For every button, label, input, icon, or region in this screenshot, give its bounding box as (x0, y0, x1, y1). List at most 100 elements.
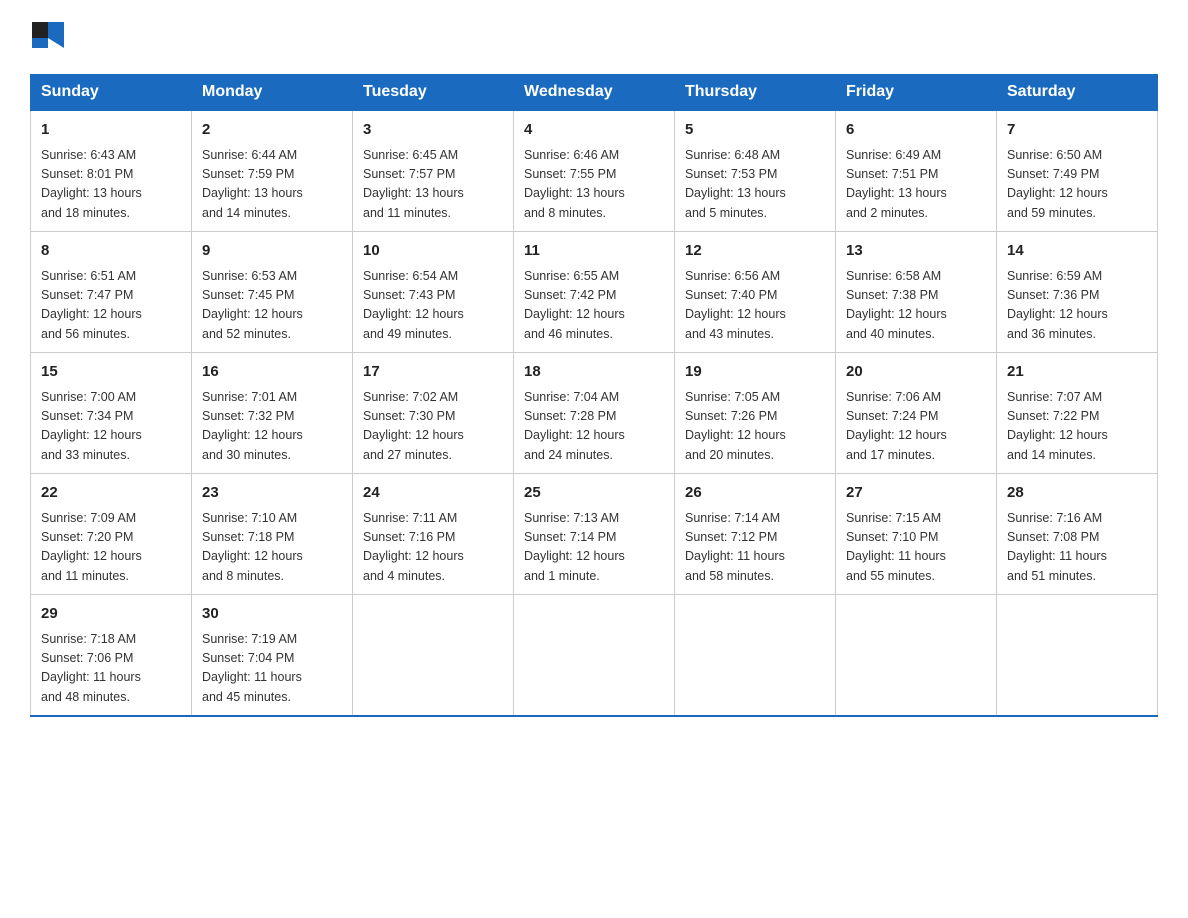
day-cell (514, 595, 675, 717)
week-row-1: 1 Sunrise: 6:43 AMSunset: 8:01 PMDayligh… (31, 110, 1158, 232)
day-info: Sunrise: 7:04 AMSunset: 7:28 PMDaylight:… (524, 388, 664, 466)
day-cell: 15 Sunrise: 7:00 AMSunset: 7:34 PMDaylig… (31, 353, 192, 474)
day-cell: 17 Sunrise: 7:02 AMSunset: 7:30 PMDaylig… (353, 353, 514, 474)
week-row-4: 22 Sunrise: 7:09 AMSunset: 7:20 PMDaylig… (31, 474, 1158, 595)
day-cell: 3 Sunrise: 6:45 AMSunset: 7:57 PMDayligh… (353, 110, 514, 232)
day-number: 8 (41, 240, 181, 263)
day-number: 11 (524, 240, 664, 263)
day-number: 3 (363, 119, 503, 142)
day-info: Sunrise: 7:19 AMSunset: 7:04 PMDaylight:… (202, 630, 342, 708)
day-info: Sunrise: 6:46 AMSunset: 7:55 PMDaylight:… (524, 146, 664, 224)
day-number: 27 (846, 482, 986, 505)
day-cell: 21 Sunrise: 7:07 AMSunset: 7:22 PMDaylig… (997, 353, 1158, 474)
day-number: 16 (202, 361, 342, 384)
day-cell: 7 Sunrise: 6:50 AMSunset: 7:49 PMDayligh… (997, 110, 1158, 232)
day-number: 1 (41, 119, 181, 142)
day-cell: 30 Sunrise: 7:19 AMSunset: 7:04 PMDaylig… (192, 595, 353, 717)
day-info: Sunrise: 6:43 AMSunset: 8:01 PMDaylight:… (41, 146, 181, 224)
day-number: 14 (1007, 240, 1147, 263)
day-info: Sunrise: 7:18 AMSunset: 7:06 PMDaylight:… (41, 630, 181, 708)
day-info: Sunrise: 6:53 AMSunset: 7:45 PMDaylight:… (202, 267, 342, 345)
day-number: 13 (846, 240, 986, 263)
day-info: Sunrise: 7:02 AMSunset: 7:30 PMDaylight:… (363, 388, 503, 466)
day-number: 26 (685, 482, 825, 505)
day-cell: 28 Sunrise: 7:16 AMSunset: 7:08 PMDaylig… (997, 474, 1158, 595)
day-cell: 13 Sunrise: 6:58 AMSunset: 7:38 PMDaylig… (836, 232, 997, 353)
day-number: 10 (363, 240, 503, 263)
col-header-monday: Monday (192, 75, 353, 111)
day-cell (836, 595, 997, 717)
day-cell: 25 Sunrise: 7:13 AMSunset: 7:14 PMDaylig… (514, 474, 675, 595)
day-number: 7 (1007, 119, 1147, 142)
day-info: Sunrise: 6:58 AMSunset: 7:38 PMDaylight:… (846, 267, 986, 345)
day-cell: 4 Sunrise: 6:46 AMSunset: 7:55 PMDayligh… (514, 110, 675, 232)
day-cell: 27 Sunrise: 7:15 AMSunset: 7:10 PMDaylig… (836, 474, 997, 595)
day-cell (675, 595, 836, 717)
day-number: 15 (41, 361, 181, 384)
day-cell: 1 Sunrise: 6:43 AMSunset: 8:01 PMDayligh… (31, 110, 192, 232)
col-header-tuesday: Tuesday (353, 75, 514, 111)
day-cell: 18 Sunrise: 7:04 AMSunset: 7:28 PMDaylig… (514, 353, 675, 474)
day-info: Sunrise: 7:01 AMSunset: 7:32 PMDaylight:… (202, 388, 342, 466)
day-info: Sunrise: 6:49 AMSunset: 7:51 PMDaylight:… (846, 146, 986, 224)
day-number: 17 (363, 361, 503, 384)
day-number: 6 (846, 119, 986, 142)
col-header-sunday: Sunday (31, 75, 192, 111)
day-info: Sunrise: 6:55 AMSunset: 7:42 PMDaylight:… (524, 267, 664, 345)
day-number: 29 (41, 603, 181, 626)
day-info: Sunrise: 7:16 AMSunset: 7:08 PMDaylight:… (1007, 509, 1147, 587)
day-info: Sunrise: 6:59 AMSunset: 7:36 PMDaylight:… (1007, 267, 1147, 345)
day-info: Sunrise: 7:07 AMSunset: 7:22 PMDaylight:… (1007, 388, 1147, 466)
day-info: Sunrise: 7:06 AMSunset: 7:24 PMDaylight:… (846, 388, 986, 466)
logo (30, 20, 74, 56)
day-cell (997, 595, 1158, 717)
day-cell: 23 Sunrise: 7:10 AMSunset: 7:18 PMDaylig… (192, 474, 353, 595)
day-cell: 24 Sunrise: 7:11 AMSunset: 7:16 PMDaylig… (353, 474, 514, 595)
day-cell: 26 Sunrise: 7:14 AMSunset: 7:12 PMDaylig… (675, 474, 836, 595)
day-cell: 20 Sunrise: 7:06 AMSunset: 7:24 PMDaylig… (836, 353, 997, 474)
day-number: 18 (524, 361, 664, 384)
day-cell: 10 Sunrise: 6:54 AMSunset: 7:43 PMDaylig… (353, 232, 514, 353)
day-cell: 8 Sunrise: 6:51 AMSunset: 7:47 PMDayligh… (31, 232, 192, 353)
logo-icon (30, 20, 66, 56)
col-header-wednesday: Wednesday (514, 75, 675, 111)
day-info: Sunrise: 6:51 AMSunset: 7:47 PMDaylight:… (41, 267, 181, 345)
page-header (30, 20, 1158, 56)
day-number: 5 (685, 119, 825, 142)
day-info: Sunrise: 7:11 AMSunset: 7:16 PMDaylight:… (363, 509, 503, 587)
day-number: 25 (524, 482, 664, 505)
day-info: Sunrise: 6:45 AMSunset: 7:57 PMDaylight:… (363, 146, 503, 224)
day-cell: 12 Sunrise: 6:56 AMSunset: 7:40 PMDaylig… (675, 232, 836, 353)
day-cell: 22 Sunrise: 7:09 AMSunset: 7:20 PMDaylig… (31, 474, 192, 595)
day-cell: 29 Sunrise: 7:18 AMSunset: 7:06 PMDaylig… (31, 595, 192, 717)
day-cell: 2 Sunrise: 6:44 AMSunset: 7:59 PMDayligh… (192, 110, 353, 232)
day-number: 22 (41, 482, 181, 505)
day-info: Sunrise: 7:10 AMSunset: 7:18 PMDaylight:… (202, 509, 342, 587)
day-number: 23 (202, 482, 342, 505)
day-cell: 6 Sunrise: 6:49 AMSunset: 7:51 PMDayligh… (836, 110, 997, 232)
header-row: SundayMondayTuesdayWednesdayThursdayFrid… (31, 75, 1158, 111)
day-info: Sunrise: 7:14 AMSunset: 7:12 PMDaylight:… (685, 509, 825, 587)
day-number: 2 (202, 119, 342, 142)
day-cell: 14 Sunrise: 6:59 AMSunset: 7:36 PMDaylig… (997, 232, 1158, 353)
day-number: 24 (363, 482, 503, 505)
day-info: Sunrise: 7:00 AMSunset: 7:34 PMDaylight:… (41, 388, 181, 466)
day-cell: 19 Sunrise: 7:05 AMSunset: 7:26 PMDaylig… (675, 353, 836, 474)
day-cell: 16 Sunrise: 7:01 AMSunset: 7:32 PMDaylig… (192, 353, 353, 474)
day-number: 30 (202, 603, 342, 626)
day-info: Sunrise: 6:54 AMSunset: 7:43 PMDaylight:… (363, 267, 503, 345)
day-info: Sunrise: 7:05 AMSunset: 7:26 PMDaylight:… (685, 388, 825, 466)
day-cell: 5 Sunrise: 6:48 AMSunset: 7:53 PMDayligh… (675, 110, 836, 232)
col-header-thursday: Thursday (675, 75, 836, 111)
day-number: 4 (524, 119, 664, 142)
day-number: 20 (846, 361, 986, 384)
day-number: 12 (685, 240, 825, 263)
day-info: Sunrise: 7:13 AMSunset: 7:14 PMDaylight:… (524, 509, 664, 587)
day-info: Sunrise: 6:50 AMSunset: 7:49 PMDaylight:… (1007, 146, 1147, 224)
day-info: Sunrise: 6:56 AMSunset: 7:40 PMDaylight:… (685, 267, 825, 345)
calendar-table: SundayMondayTuesdayWednesdayThursdayFrid… (30, 74, 1158, 717)
week-row-5: 29 Sunrise: 7:18 AMSunset: 7:06 PMDaylig… (31, 595, 1158, 717)
day-cell (353, 595, 514, 717)
col-header-saturday: Saturday (997, 75, 1158, 111)
day-number: 9 (202, 240, 342, 263)
